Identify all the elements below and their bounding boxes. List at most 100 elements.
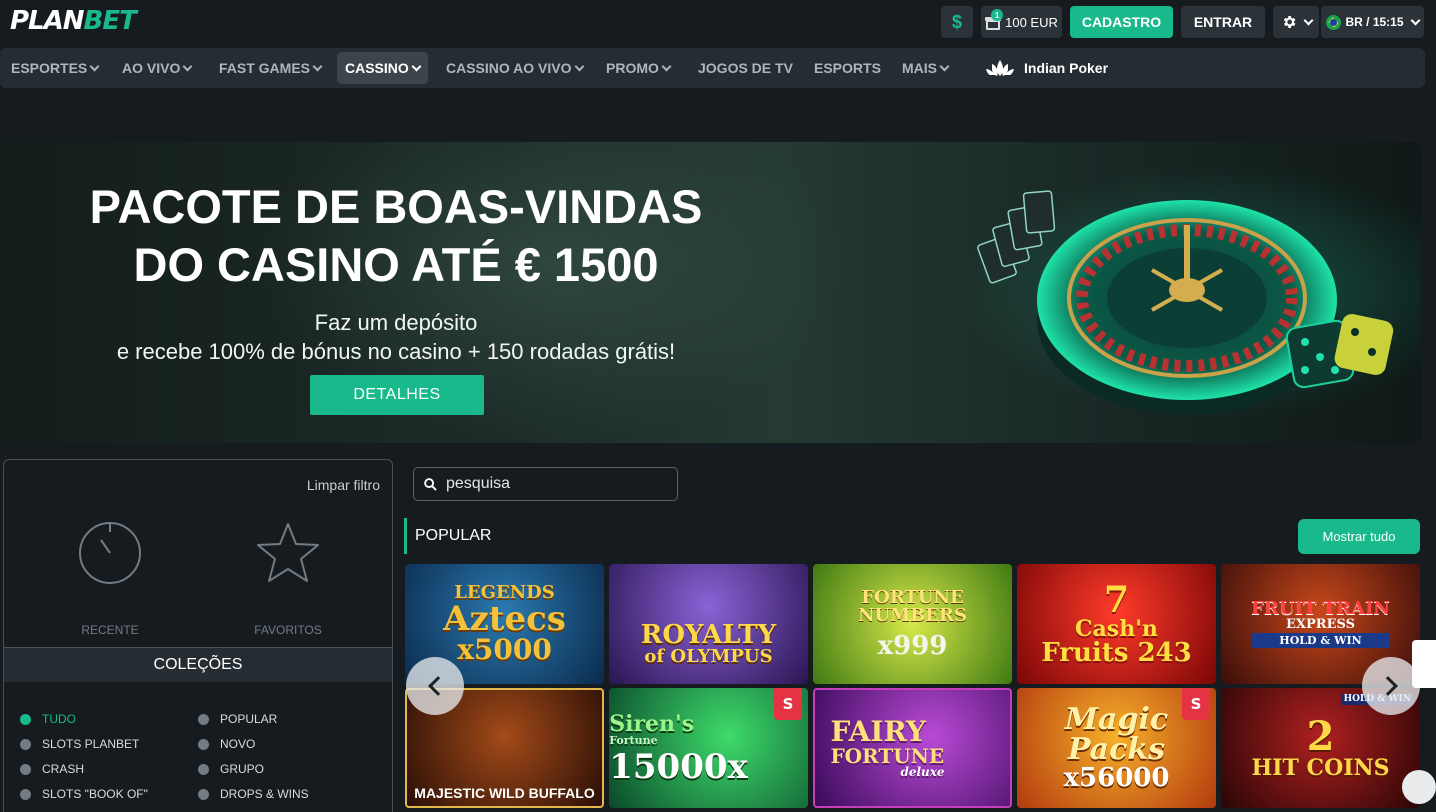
provider-badge-icon: S: [774, 688, 802, 720]
favorites-filter[interactable]: FAVORITOS: [223, 520, 353, 637]
chevron-down-icon: [1303, 15, 1313, 25]
collection-drops-wins[interactable]: DROPS & WINS: [198, 787, 309, 801]
game-tile-sirens-fortune[interactable]: S Siren's Fortune 15000x: [609, 688, 808, 808]
logo-text-plan: PLAN: [10, 6, 85, 36]
nav-cassino-ao-vivo[interactable]: CASSINO AO VIVO: [438, 52, 591, 84]
game-tile-magic-packs[interactable]: S Magic Packs x56000: [1017, 688, 1216, 808]
collection-label: POPULAR: [220, 712, 278, 726]
nav-label: MAIS: [902, 60, 937, 76]
show-all-button[interactable]: Mostrar tudo: [1298, 519, 1420, 554]
promo-banner[interactable]: PACOTE DE BOAS-VINDAS DO CASINO ATÉ € 15…: [0, 142, 1421, 443]
game-title-line: x999: [877, 631, 948, 661]
chevron-down-icon: [182, 61, 193, 71]
game-title-line: FRUIT TRAIN: [1251, 598, 1390, 619]
chevron-down-icon: [89, 61, 100, 71]
collections-header: COLEÇÕES: [4, 647, 392, 682]
collection-label: CRASH: [42, 762, 85, 776]
clear-filter-link[interactable]: Limpar filtro: [307, 477, 380, 493]
game-tile-cash-n-fruits[interactable]: 7 Cash'n Fruits 243: [1017, 564, 1216, 684]
game-tile-royalty-of-olympus[interactable]: ROYALTY of OLYMPUS: [609, 564, 808, 684]
game-title-line: MAJESTIC WILD BUFFALO: [414, 785, 595, 801]
dice-image: [1285, 314, 1394, 389]
login-button[interactable]: ENTRAR: [1181, 6, 1265, 38]
nav-fast-games[interactable]: FAST GAMES: [211, 52, 329, 84]
language-time-label: BR / 15:15: [1345, 15, 1404, 29]
banner-sub-line2: e recebe 100% de bónus no casino + 150 r…: [116, 339, 676, 364]
recent-label: RECENTE: [81, 623, 139, 637]
nav-label: AO VIVO: [122, 60, 181, 76]
game-tile-fortune-numbers[interactable]: FORTUNE NUMBERS x999: [813, 564, 1012, 684]
collection-slots-book-of[interactable]: SLOTS "BOOK OF": [20, 787, 148, 801]
nav-label: PROMO: [606, 60, 659, 76]
nav-esports[interactable]: ESPORTS: [806, 52, 889, 84]
gift-icon: 1: [985, 9, 1004, 30]
planbet-logo[interactable]: PLANBET: [10, 6, 137, 36]
game-title-line: Packs: [1067, 732, 1166, 767]
support-chat-icon[interactable]: [1402, 770, 1436, 804]
nav-ao-vivo[interactable]: AO VIVO: [114, 52, 199, 84]
nav-cassino[interactable]: CASSINO: [337, 52, 428, 84]
lotus-icon: [986, 60, 1014, 76]
nav-esportes[interactable]: ESPORTES: [3, 52, 106, 84]
nav-indian-poker[interactable]: Indian Poker: [978, 52, 1116, 84]
chevron-down-icon: [939, 61, 950, 71]
nav-mais[interactable]: MAIS: [894, 52, 956, 84]
nav-promo[interactable]: PROMO: [598, 52, 678, 84]
collection-tudo[interactable]: TUDO: [20, 712, 76, 726]
collection-slots-planbet[interactable]: SLOTS PLANBET: [20, 737, 139, 751]
stopwatch-icon: [79, 522, 141, 584]
dollar-icon: $: [951, 11, 962, 32]
favorites-label: FAVORITOS: [254, 623, 322, 637]
nav-label: Indian Poker: [1024, 60, 1109, 76]
banner-title: PACOTE DE BOAS-VINDAS DO CASINO ATÉ € 15…: [40, 178, 752, 294]
deposit-button[interactable]: $: [941, 6, 973, 38]
game-title-line: FORTUNE: [830, 744, 945, 768]
gear-icon: [1283, 16, 1295, 28]
game-title-line: 7: [1103, 579, 1130, 621]
bonus-button[interactable]: 1 100 EUR: [981, 6, 1062, 38]
nav-label: ESPORTS: [814, 60, 881, 76]
collection-novo[interactable]: NOVO: [198, 737, 255, 751]
banner-title-line2: DO CASINO ATÉ € 1500: [133, 238, 659, 291]
game-tile-fairy-fortune-deluxe[interactable]: FAIRY FORTUNE deluxe: [813, 688, 1012, 808]
collection-label: GRUPO: [220, 762, 265, 776]
chevron-down-icon: [574, 61, 584, 71]
search-input[interactable]: [446, 475, 666, 493]
radio-dot: [20, 763, 31, 775]
game-title-line: ROYALTY: [640, 620, 777, 650]
language-time-button[interactable]: BR / 15:15: [1321, 6, 1424, 38]
game-search[interactable]: [413, 467, 678, 501]
details-button[interactable]: DETALHES: [310, 375, 484, 415]
star-icon: [257, 523, 319, 582]
nav-label: JOGOS DE TV: [698, 60, 793, 76]
game-title-line: x56000: [1063, 763, 1170, 793]
radio-dot: [198, 738, 209, 750]
carousel-prev-button[interactable]: [406, 657, 464, 715]
collection-grupo[interactable]: GRUPO: [198, 762, 264, 776]
game-title-line: x5000: [457, 633, 552, 666]
collection-crash[interactable]: CRASH: [20, 762, 84, 776]
game-title-line: EXPRESS: [1286, 617, 1355, 632]
bonus-amount: 100 EUR: [1005, 14, 1058, 30]
chevron-down-icon: [1410, 15, 1420, 25]
game-title-line: of OLYMPUS: [644, 646, 773, 667]
main-nav: ESPORTES AO VIVO FAST GAMES CASSINO CASS…: [0, 48, 1425, 88]
search-icon: [424, 477, 437, 491]
game-title-line: HIT COINS: [1251, 755, 1390, 781]
collection-label: TUDO: [42, 712, 76, 726]
settings-button[interactable]: [1273, 6, 1319, 38]
game-title-line: NUMBERS: [858, 605, 967, 626]
side-panel-toggle[interactable]: [1412, 640, 1436, 688]
nav-label: CASSINO AO VIVO: [446, 60, 572, 76]
chevron-down-icon: [312, 61, 323, 71]
banner-sub-line1: Faz um depósito: [314, 310, 478, 335]
recent-filter[interactable]: RECENTE: [45, 520, 175, 637]
collection-popular[interactable]: POPULAR: [198, 712, 277, 726]
gift-badge: 1: [991, 9, 1004, 21]
signup-button[interactable]: CADASTRO: [1070, 6, 1173, 38]
radio-dot: [20, 713, 31, 725]
radio-dot: [198, 763, 209, 775]
game-title-line: Fruits 243: [1041, 638, 1192, 668]
game-title-line: Aztecs: [443, 599, 566, 639]
nav-jogos-de-tv[interactable]: JOGOS DE TV: [690, 52, 801, 84]
